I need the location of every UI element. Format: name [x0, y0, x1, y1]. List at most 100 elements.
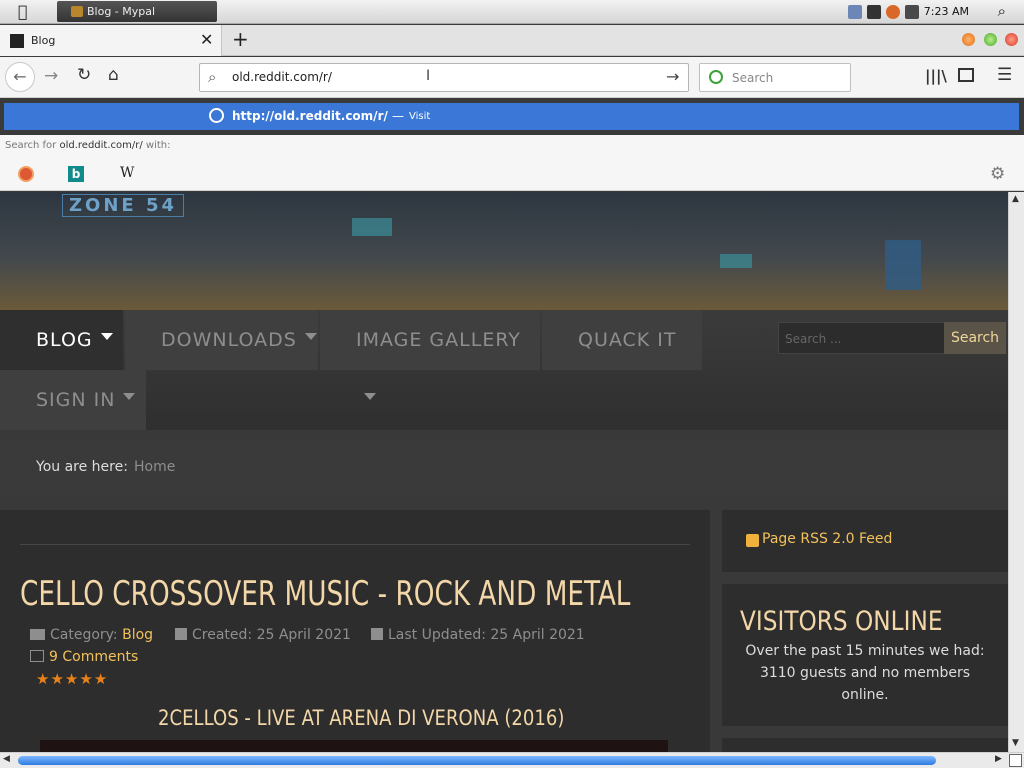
- site-search-input[interactable]: Search ...: [778, 322, 945, 354]
- maximize-window-button[interactable]: [984, 33, 997, 46]
- article-comments: 9 Comments: [30, 649, 138, 665]
- visitors-online-module: VISITORS ONLINE Over the past 15 minutes…: [722, 584, 1008, 726]
- url-suggestion-row[interactable]: http://old.reddit.com/r/ — Visit: [4, 103, 1019, 130]
- star-icon[interactable]: ★: [79, 670, 93, 688]
- chevron-down-icon: [100, 333, 113, 340]
- search-icon: ⌕: [208, 68, 217, 86]
- go-arrow-icon[interactable]: →: [666, 67, 679, 86]
- comments-link[interactable]: 9 Comments: [49, 649, 138, 665]
- menu-item-label: BLOG: [36, 329, 93, 351]
- main-menu-icon[interactable]: ☰: [997, 65, 1012, 85]
- menu-item-label: DOWNLOADS: [161, 329, 297, 351]
- scroll-down-icon[interactable]: ▼: [1012, 738, 1019, 748]
- url-bar[interactable]: ⌕ old.reddit.com/r/ I →: [199, 63, 689, 92]
- star-icon[interactable]: ★: [36, 670, 50, 688]
- search-bar-placeholder: Search: [732, 71, 774, 85]
- site-favicon-icon: [10, 34, 24, 48]
- star-icon[interactable]: ★: [50, 670, 64, 688]
- reload-button[interactable]: ↻: [77, 65, 91, 85]
- updated-date: Last Updated: 25 April 2021: [388, 627, 585, 643]
- bing-icon[interactable]: b: [68, 166, 84, 182]
- article-title[interactable]: CELLO CROSSOVER MUSIC - ROCK AND METAL: [20, 574, 630, 614]
- spotlight-search-icon[interactable]: ⌕: [998, 2, 1006, 20]
- star-icon[interactable]: ★: [94, 670, 108, 688]
- library-icon[interactable]: |||\: [925, 67, 947, 85]
- created-date: Created: 25 April 2021: [192, 627, 351, 643]
- wikipedia-icon[interactable]: W: [120, 165, 134, 181]
- taskbar-app-button[interactable]: Blog - Mypal: [57, 1, 217, 22]
- vertical-scrollbar[interactable]: ▲ ▼: [1008, 192, 1024, 752]
- visitors-text: Over the past 15 minutes we had: 3110 gu…: [745, 643, 985, 703]
- keyboard-tray-icon[interactable]: [848, 5, 862, 19]
- search-bar[interactable]: Search: [699, 63, 851, 92]
- visitors-title: VISITORS ONLINE: [740, 606, 943, 637]
- search-for-suffix: with:: [145, 140, 171, 151]
- search-settings-gear-icon[interactable]: ⚙: [990, 164, 1005, 184]
- new-tab-icon[interactable]: +: [232, 27, 249, 51]
- mypal-app-icon: [71, 6, 83, 17]
- sidebar-icon[interactable]: [958, 68, 974, 82]
- one-off-search-engines: b W ⚙: [0, 157, 1024, 191]
- breadcrumb: You are here: Home: [0, 440, 1008, 496]
- banner-screen-shape: [885, 240, 921, 290]
- calendar-icon: [175, 628, 187, 640]
- calendar-icon: [371, 628, 383, 640]
- banner-sign-shape: [720, 254, 752, 268]
- suggestion-visit-label: Visit: [409, 111, 431, 122]
- menu-item-sign-in[interactable]: SIGN IN: [0, 370, 146, 430]
- battery-tray-icon[interactable]: [867, 5, 881, 19]
- scroll-left-icon[interactable]: ◀: [3, 754, 10, 764]
- scroll-right-icon[interactable]: ▶: [995, 754, 1002, 764]
- web-page: ZONE 54 BLOG DOWNLOADS IMAGE GALLERY QUA…: [0, 192, 1008, 752]
- site-banner-image: ZONE 54: [0, 192, 1008, 310]
- globe-icon: [209, 108, 224, 123]
- chevron-down-icon: [364, 393, 376, 400]
- search-for-row: Search for old.reddit.com/r/ with:: [0, 135, 1024, 157]
- suggestion-separator: —: [392, 109, 404, 123]
- menu-item-blog[interactable]: BLOG: [0, 310, 123, 370]
- navigation-toolbar: ← → ↻ ⌂ ⌕ old.reddit.com/r/ I → Search |…: [0, 57, 1024, 98]
- scroll-up-icon[interactable]: ▲: [1012, 194, 1019, 204]
- forward-button[interactable]: →: [44, 66, 58, 86]
- breadcrumb-label: You are here:: [36, 459, 128, 475]
- search-tray-icon[interactable]: [886, 5, 900, 19]
- chevron-down-icon: [304, 333, 317, 340]
- video-embed[interactable]: [40, 740, 668, 752]
- suggestion-url: http://old.reddit.com/r/: [232, 109, 388, 123]
- rss-icon: [746, 534, 759, 547]
- chevron-down-icon: [123, 393, 136, 400]
- article-updated: Last Updated: 25 April 2021: [371, 627, 585, 643]
- rss-feed-link[interactable]: Page RSS 2.0 Feed: [762, 531, 892, 547]
- apple-menu-icon[interactable]: : [18, 2, 28, 21]
- star-icon[interactable]: ★: [65, 670, 79, 688]
- tab-close-icon[interactable]: ✕: [200, 30, 213, 49]
- breadcrumb-home-link[interactable]: Home: [134, 459, 175, 475]
- banner-logo: ZONE 54: [62, 194, 185, 217]
- folder-icon: [30, 629, 45, 640]
- article-category: Category: Blog: [30, 627, 153, 643]
- scrollbar-thumb[interactable]: [18, 756, 936, 765]
- tab-title: Blog: [31, 34, 56, 47]
- video-title: 2CELLOS - LIVE AT ARENA DI VERONA (2016): [158, 706, 565, 730]
- search-engine-icon[interactable]: [709, 70, 723, 84]
- system-menu-bar:  Blog - Mypal 7:23 AM ⌕: [0, 0, 1024, 24]
- menu-item-quack-it[interactable]: QUACK IT: [542, 310, 702, 370]
- site-main-menu: BLOG DOWNLOADS IMAGE GALLERY QUACK IT SI…: [0, 310, 1008, 430]
- close-window-button[interactable]: [1005, 33, 1018, 46]
- divider: [20, 544, 690, 545]
- resize-grip[interactable]: [1009, 754, 1022, 767]
- horizontal-scrollbar[interactable]: ◀ ▶: [0, 752, 1024, 768]
- category-link[interactable]: Blog: [122, 627, 153, 643]
- duckduckgo-icon[interactable]: [18, 166, 34, 182]
- site-search-button[interactable]: Search: [944, 322, 1006, 354]
- app-tray-icon[interactable]: [905, 5, 919, 19]
- menu-item-image-gallery[interactable]: IMAGE GALLERY: [320, 310, 540, 400]
- back-button[interactable]: ←: [5, 62, 35, 92]
- article: CELLO CROSSOVER MUSIC - ROCK AND METAL C…: [0, 510, 710, 752]
- minimize-window-button[interactable]: [962, 33, 975, 46]
- tab-blog[interactable]: Blog ✕: [0, 25, 222, 56]
- menu-item-downloads[interactable]: DOWNLOADS: [125, 310, 318, 370]
- url-input[interactable]: old.reddit.com/r/: [232, 70, 332, 84]
- rating-stars[interactable]: ★★★★★: [36, 670, 108, 688]
- home-button[interactable]: ⌂: [108, 65, 119, 85]
